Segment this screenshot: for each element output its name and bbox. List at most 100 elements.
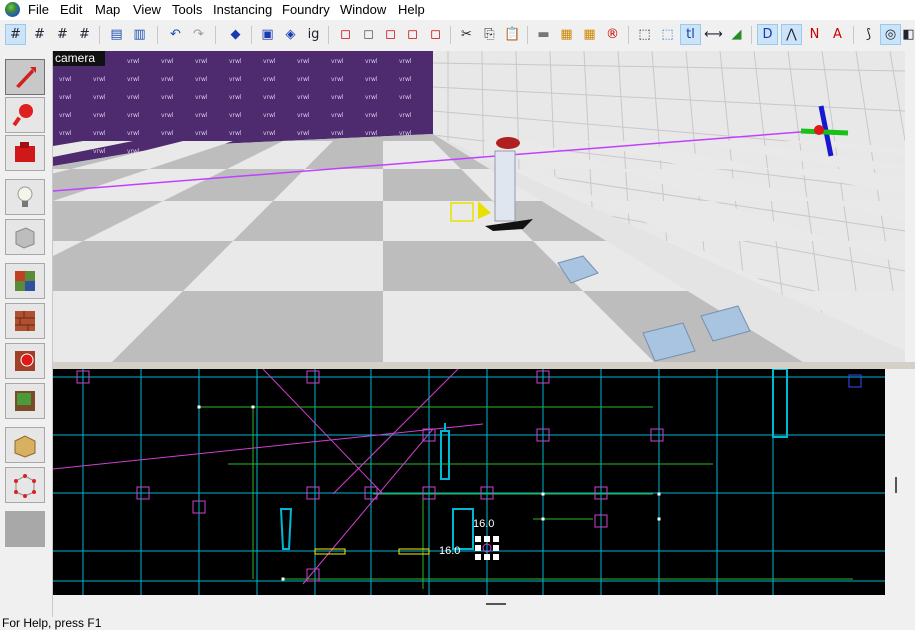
2d-grid-view: 16.0 16.0: [53, 369, 885, 595]
hide-object-icon[interactable]: ◻: [358, 24, 379, 45]
ignore-groups-icon[interactable]: ig: [303, 24, 324, 45]
clipping-tool-icon[interactable]: [5, 383, 45, 419]
grid-larger-icon[interactable]: #: [74, 24, 95, 45]
menu-tools[interactable]: Tools: [172, 2, 202, 18]
unhide-all-icon[interactable]: ◻: [425, 24, 446, 45]
dimension-label-left: 16.0: [439, 545, 460, 557]
blank-tool-icon[interactable]: [5, 511, 45, 547]
menu-foundry[interactable]: Foundry: [282, 2, 330, 18]
menu-file[interactable]: File: [28, 2, 49, 18]
viewport-camera-label[interactable]: camera: [55, 51, 95, 65]
clip-cube-icon: [14, 435, 36, 458]
block-tool-icon[interactable]: [5, 219, 45, 255]
show-object-icon[interactable]: ◻: [380, 24, 401, 45]
check-problems-icon[interactable]: ⋀: [781, 24, 802, 45]
hide-selection-icon[interactable]: ▣: [257, 24, 278, 45]
overflow-icon[interactable]: ◧: [902, 24, 915, 45]
run-map-icon[interactable]: ®: [602, 24, 623, 45]
menu-edit[interactable]: Edit: [60, 2, 82, 18]
entity-link: [262, 369, 384, 495]
magnifier-icon: [12, 104, 33, 127]
undo-icon[interactable]: ↶: [165, 24, 186, 45]
hide-all-icon[interactable]: ◻: [402, 24, 423, 45]
show-selection-icon[interactable]: ◈: [280, 24, 301, 45]
vertex-cube-icon: [14, 474, 36, 498]
resize-handle: [484, 554, 490, 560]
group-icon[interactable]: ▤: [106, 24, 127, 45]
path-tool-icon[interactable]: [5, 467, 45, 503]
camera-tool-icon[interactable]: [5, 135, 45, 171]
toolbar-separator: [527, 26, 528, 44]
texture-application-icon[interactable]: [5, 263, 45, 299]
resize-handle: [475, 536, 481, 542]
grid-3d-icon[interactable]: #: [29, 24, 50, 45]
menu-instancing[interactable]: Instancing: [213, 2, 272, 18]
entity-link: [332, 369, 459, 495]
entity-tool-icon[interactable]: [5, 179, 45, 215]
vertex-dot: [541, 517, 545, 521]
status-text: For Help, press F1: [2, 616, 102, 630]
menu-window[interactable]: Window: [340, 2, 386, 18]
face-edit-icon[interactable]: ▬: [533, 24, 554, 45]
prop-outline: [279, 508, 293, 550]
grid-toggle-icon[interactable]: #: [5, 24, 26, 45]
texture-apply-icon[interactable]: ▦: [556, 24, 577, 45]
toolbar-separator: [99, 26, 100, 44]
resize-handle: [493, 545, 499, 551]
vertex-tool-icon[interactable]: [5, 427, 45, 463]
map-properties-icon[interactable]: N: [804, 24, 825, 45]
menu-map[interactable]: Map: [95, 2, 120, 18]
resize-handle: [493, 536, 499, 542]
selection-tool-icon[interactable]: [5, 59, 45, 95]
decal-target-icon: [15, 351, 35, 371]
resize-handle: [484, 536, 490, 542]
app-globe-icon[interactable]: [5, 2, 20, 17]
toolbar-separator: [853, 26, 854, 44]
vertex-dot: [657, 492, 661, 496]
replace-texture-icon[interactable]: ▦: [579, 24, 600, 45]
toolbar-separator: [751, 26, 752, 44]
toggle-3d-icon[interactable]: ◢: [726, 24, 747, 45]
entity-report-icon[interactable]: D: [757, 24, 778, 45]
menu-view[interactable]: View: [133, 2, 161, 18]
carve-icon[interactable]: ◆: [225, 24, 246, 45]
compile-icon[interactable]: ⟆: [858, 24, 879, 45]
vertical-scrollbar-2d[interactable]: [885, 369, 915, 595]
vertex-dot: [197, 405, 201, 409]
menu-help[interactable]: Help: [398, 2, 425, 18]
top-2d-viewport[interactable]: 16.0 16.0: [53, 369, 885, 595]
toggle-helpers-icon[interactable]: ⬚: [657, 24, 678, 45]
toggle-selection-box-icon[interactable]: ⬚: [634, 24, 655, 45]
ungroup-icon[interactable]: ▥: [129, 24, 150, 45]
redo-icon[interactable]: ↷: [188, 24, 209, 45]
toolbar-separator: [328, 26, 329, 44]
pillar-outline: [772, 369, 788, 438]
vertical-scrollbar-3d[interactable]: [905, 51, 915, 362]
scroll-thumb[interactable]: [895, 477, 897, 493]
cut-icon[interactable]: ✂: [456, 24, 477, 45]
toolbar-separator: [251, 26, 252, 44]
hscroll-thumb[interactable]: [486, 603, 506, 605]
sphere-icon[interactable]: ◎: [880, 24, 901, 45]
apply-overlay-icon[interactable]: [5, 343, 45, 379]
toggle-models-icon[interactable]: ⟷: [703, 24, 724, 45]
toolbar-separator: [157, 26, 158, 44]
alarm-model: [496, 137, 520, 149]
view-splitter[interactable]: [53, 362, 915, 369]
copy-icon[interactable]: ⎘: [479, 24, 500, 45]
overlay-icon: [15, 391, 35, 411]
grid-smaller-icon[interactable]: #: [52, 24, 73, 45]
texture-lock-icon[interactable]: ◻: [335, 24, 356, 45]
toggle-texlock-icon[interactable]: tl: [680, 24, 701, 45]
apply-decal-icon[interactable]: [5, 303, 45, 339]
2d-geometry: [53, 369, 885, 595]
magnify-tool-icon[interactable]: [5, 97, 45, 133]
camera-3d-viewport[interactable]: vrwl camera: [53, 51, 905, 362]
paste-icon[interactable]: 📋: [502, 24, 523, 45]
vertex-dot: [281, 577, 285, 581]
horizontal-scrollbar-2d[interactable]: [53, 595, 885, 617]
main-toolbar: # # # # ▤ ▥ ↶ ↷ ◆ ▣ ◈ ig ◻ ◻ ◻ ◻ ◻ ✂ ⎘ 📋…: [0, 20, 915, 52]
menu-bar: File Edit Map View Tools Instancing Foun…: [0, 0, 915, 20]
resize-handle: [475, 554, 481, 560]
world-props-icon[interactable]: A: [827, 24, 848, 45]
